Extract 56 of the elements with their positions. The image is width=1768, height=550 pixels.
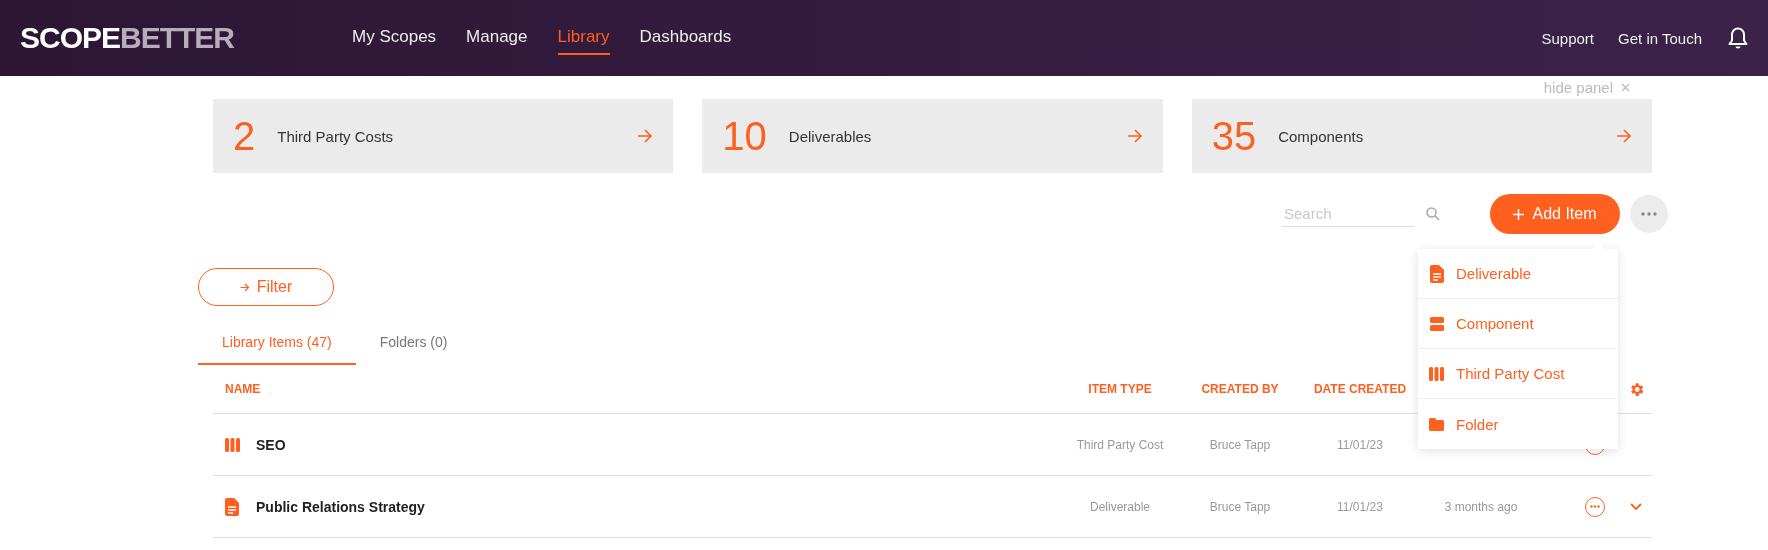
creator-cell-text: Bruce Tapp: [1208, 499, 1272, 514]
add-item-button[interactable]: Add Item: [1490, 194, 1620, 234]
nav-tab[interactable]: Library: [557, 21, 610, 55]
card-count: 2: [233, 113, 256, 159]
menu-item[interactable]: Third Party Cost: [1418, 349, 1618, 399]
card-count: 35: [1211, 113, 1257, 159]
menu-item[interactable]: Folder: [1418, 399, 1618, 449]
nav-tab[interactable]: Manage: [466, 21, 528, 55]
item-type-cell-text: Third Party Cost: [1075, 437, 1165, 452]
summary-card[interactable]: 2 Third Party Costs: [213, 99, 674, 173]
card-label: Deliverables: [788, 127, 873, 145]
search-icon[interactable]: [1426, 207, 1440, 221]
plus-icon: [1513, 208, 1525, 220]
summary-card[interactable]: 10 Deliverables: [702, 99, 1163, 173]
header-link[interactable]: Get in Touch: [1618, 29, 1702, 47]
arrow-right-icon: [1126, 129, 1143, 143]
document-icon: [1429, 264, 1444, 283]
header-link[interactable]: Support: [1541, 29, 1595, 47]
card-label: Third Party Costs: [277, 127, 395, 145]
stacked-bars-icon: [1429, 316, 1444, 331]
column-header[interactable]: NAME: [213, 382, 1060, 396]
item-name[interactable]: SEO: [256, 436, 286, 453]
ellipsis-icon: [1590, 505, 1600, 508]
more-button[interactable]: [1630, 195, 1668, 233]
date-cell-text: 11/01/23: [1336, 499, 1384, 514]
actions-button[interactable]: [1585, 496, 1605, 517]
folder-icon: [1429, 417, 1444, 431]
menu-item[interactable]: Deliverable: [1418, 249, 1618, 299]
nav-tab[interactable]: Dashboards: [639, 21, 732, 55]
ellipsis-icon: [1641, 212, 1657, 216]
document-icon: [225, 497, 239, 516]
column-header[interactable]: CREATED BY: [1180, 382, 1300, 396]
item-type-cell-text: Deliverable: [1089, 499, 1151, 514]
arrow-right-icon: [637, 129, 654, 143]
card-label: Components: [1278, 127, 1365, 145]
card-count: 10: [722, 113, 767, 159]
tab[interactable]: Library Items (47): [198, 324, 356, 365]
summary-card[interactable]: 35 Components: [1191, 99, 1652, 173]
arrow-right-icon: [239, 282, 250, 292]
chevron-down-icon[interactable]: [1630, 502, 1642, 511]
tab[interactable]: Folders (0): [355, 324, 472, 365]
column-header[interactable]: ITEM TYPE: [1060, 382, 1180, 396]
logo[interactable]: SCOPEBETTER: [20, 21, 310, 55]
arrow-right-icon: [1616, 129, 1632, 143]
column-header[interactable]: DATE CREATED: [1300, 382, 1420, 396]
age-cell-text: 3 months ago: [1443, 499, 1519, 514]
item-name[interactable]: Public Relations Strategy: [256, 498, 425, 515]
bell-icon[interactable]: [1728, 27, 1748, 49]
filter-button[interactable]: Filter: [198, 268, 334, 306]
creator-cell-text: Bruce Tapp: [1208, 437, 1272, 452]
columns-icon: [1429, 366, 1444, 381]
columns-icon: [224, 437, 240, 452]
menu-item[interactable]: Component: [1418, 299, 1618, 349]
nav-tab[interactable]: My Scopes: [352, 21, 437, 55]
close-icon[interactable]: [1621, 83, 1630, 92]
date-cell-text: 11/01/23: [1336, 437, 1384, 452]
